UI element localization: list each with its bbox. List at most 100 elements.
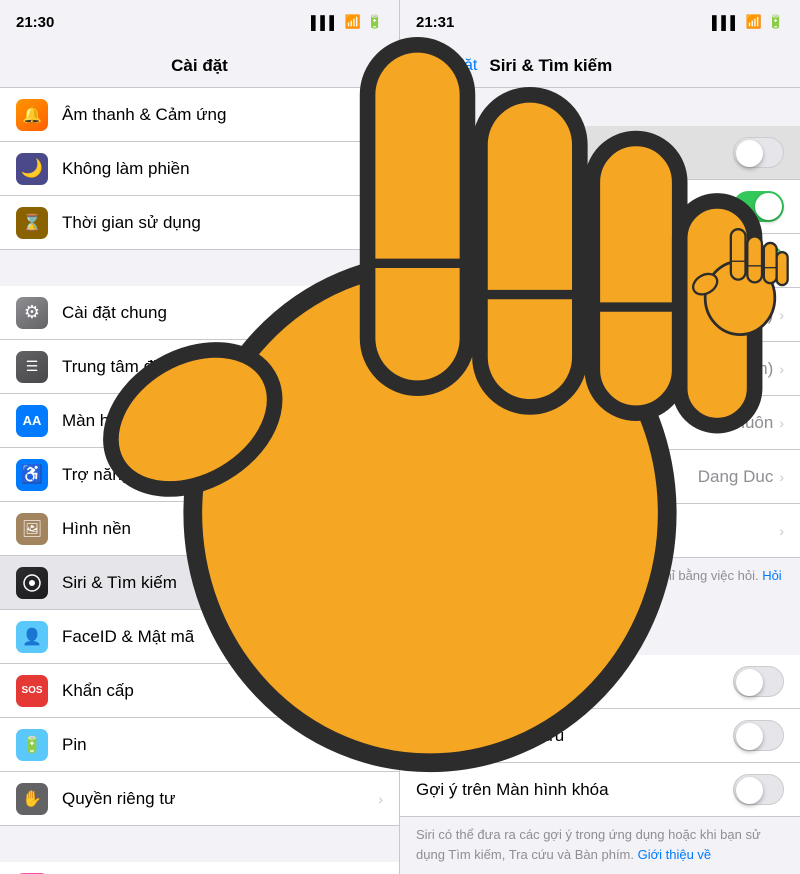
pin-label: Pin [62, 735, 378, 755]
left-time: 21:30 [16, 14, 54, 31]
thoi-gian-label: Thời gian sử dụng [62, 213, 378, 233]
left-status-bar: 21:30 ▌▌▌ 📶 🔋 [0, 0, 399, 44]
trung-tam-icon: ☰ [16, 351, 48, 383]
cai-dat-chung-label: Cài đặt chung [62, 303, 378, 323]
nhan-nut-toggle[interactable] [733, 191, 784, 222]
ngon-ngu-value: Tiếng Anh (Vương quốc Anh) [553, 305, 773, 325]
right-battery-icon: 🔋 [768, 14, 784, 30]
left-status-icons: ▌▌▌ 📶 🔋 [311, 14, 383, 30]
am-thanh-chevron: › [378, 107, 383, 123]
settings-item-khong-lam-phien[interactable]: 🌙 Không làm phiền › [0, 142, 399, 196]
thoi-gian-chevron: › [378, 215, 383, 231]
goi-y-tim-kiem-toggle[interactable] [733, 666, 784, 697]
cai-dat-chung-icon: ⚙ [16, 297, 48, 329]
right-item-goi-y-tra-cuu[interactable]: Gợi ý trong Tra cứu [400, 709, 800, 763]
thong-tin-label: Thông tin của tôi [416, 467, 698, 487]
cai-dat-chung-chevron: › [378, 305, 383, 321]
trung-tam-chevron: › [378, 359, 383, 375]
wifi-icon: 📶 [345, 14, 361, 30]
siri-desc-block: Siri có thể giúp bạn hoàn thành công việ… [400, 558, 800, 617]
settings-item-faceid[interactable]: 👤 FaceID & Mật mã › [0, 610, 399, 664]
nhan-nut-label: Nhấn nút sườn để bật Siri [416, 197, 733, 217]
back-button[interactable]: ‹ Cài đặt [416, 54, 477, 77]
settings-item-quyen-rieng-tu[interactable]: ✋ Quyền riêng tư › [0, 772, 399, 826]
tro-nang-icon: ♿ [16, 459, 48, 491]
lang-nghe-label: Lắng nghe "Hey Siri" [416, 143, 733, 163]
lang-nghe-toggle[interactable] [733, 137, 784, 168]
phan-hoi-chevron: › [779, 415, 784, 431]
settings-item-man-hinh[interactable]: AA Màn hình & Độ sáng › [0, 394, 399, 448]
settings-item-trung-tam[interactable]: ☰ Trung tâm điều khiển › [0, 340, 399, 394]
right-item-phan-hoi[interactable]: Phản hồi bằng giọng nói Luôn luôn › [400, 396, 800, 450]
siri-chevron: › [378, 575, 383, 591]
man-hinh-icon: AA [16, 405, 48, 437]
right-status-bar: 21:31 ▌▌▌ 📶 🔋 [400, 0, 800, 44]
settings-item-hinh-nen[interactable]: 🖼 Hình nền › [0, 502, 399, 556]
sos-label: Khẩn cấp [62, 681, 378, 701]
faceid-icon: 👤 [16, 621, 48, 653]
settings-item-am-thanh[interactable]: 🔔 Âm thanh & Cảm ứng › [0, 88, 399, 142]
right-item-cho-phep[interactable]: Cho phép Siri khi bị khóa [400, 234, 800, 288]
ngon-ngu-chevron: › [779, 307, 784, 323]
settings-list: 🔔 Âm thanh & Cảm ứng › 🌙 Không làm phiền… [0, 88, 399, 874]
khong-lam-phien-chevron: › [378, 161, 383, 177]
goi-y-man-hinh-khoa-toggle[interactable] [733, 774, 784, 805]
right-item-goi-y-tim-kiem[interactable]: Gợi ý trong Tìm kiếm [400, 655, 800, 709]
settings-item-tro-nang[interactable]: ♿ Trợ năng › [0, 448, 399, 502]
sos-icon: SOS [16, 675, 48, 707]
goi-y-man-hinh-khoa-label: Gợi ý trên Màn hình khóa [416, 780, 733, 800]
bottom-desc-block: Siri có thể đưa ra các gợi ý trong ứng d… [400, 817, 800, 874]
phan-hoi-label: Phản hồi bằng giọng nói [416, 413, 699, 433]
pin-chevron: › [378, 737, 383, 753]
right-signal-icon: ▌▌▌ [712, 15, 740, 30]
giong-noi-label: Giọng nói của Siri [416, 359, 691, 379]
giong-noi-chevron: › [779, 361, 784, 377]
right-item-lang-nghe[interactable]: Lắng nghe "Hey Siri" [400, 126, 800, 180]
hoi-siri-section-header: HỎI SIRI [400, 88, 800, 126]
pin-icon: 🔋 [16, 729, 48, 761]
siri-icon-svg [22, 573, 42, 593]
siri-label: Siri & Tìm kiếm [62, 573, 378, 593]
right-item-giong-noi[interactable]: Giọng nói của Siri Anh (Nam) › [400, 342, 800, 396]
left-nav-header: Cài đặt [0, 44, 399, 88]
cho-phep-label: Cho phép Siri khi bị khóa [416, 251, 733, 271]
hinh-nen-chevron: › [378, 521, 383, 537]
lich-su-chevron: › [779, 523, 784, 539]
ngon-ngu-label: Ngôn ngữ [416, 305, 553, 325]
right-item-thong-tin[interactable]: Thông tin của tôi Dang Duc › [400, 450, 800, 504]
settings-item-cai-dat-chung[interactable]: ⚙ Cài đặt chung › [0, 286, 399, 340]
tro-nang-chevron: › [378, 467, 383, 483]
right-item-lich-su[interactable]: Lịch sử Siri & Đọc chính tả › [400, 504, 800, 558]
khong-lam-phien-label: Không làm phiền [62, 159, 378, 179]
right-item-nhan-nut[interactable]: Nhấn nút sườn để bật Siri [400, 180, 800, 234]
gap-2 [0, 826, 399, 862]
goi-y-tra-cuu-label: Gợi ý trong Tra cứu [416, 726, 733, 746]
battery-icon: 🔋 [367, 14, 383, 30]
settings-item-itunes[interactable]: A iTunes & App Store › [0, 862, 399, 874]
right-status-icons: ▌▌▌ 📶 🔋 [712, 14, 784, 30]
right-item-goi-y-man-hinh-khoa[interactable]: Gợi ý trên Màn hình khóa [400, 763, 800, 817]
right-nav-title: Siri & Tìm kiếm [489, 56, 612, 76]
settings-item-pin[interactable]: 🔋 Pin › [0, 718, 399, 772]
settings-item-sos[interactable]: SOS Khẩn cấp › [0, 664, 399, 718]
man-hinh-label: Màn hình & Độ sáng [62, 411, 378, 431]
gap-1 [0, 250, 399, 286]
phan-hoi-value: Luôn luôn [699, 413, 774, 433]
right-time: 21:31 [416, 14, 454, 31]
siri-icon [16, 567, 48, 599]
goi-y-tra-cuu-toggle[interactable] [733, 720, 784, 751]
thong-tin-chevron: › [779, 469, 784, 485]
am-thanh-label: Âm thanh & Cảm ứng [62, 105, 378, 125]
hinh-nen-icon: 🖼 [16, 513, 48, 545]
back-label: Cài đặt [427, 57, 478, 75]
left-nav-title: Cài đặt [171, 56, 228, 76]
left-panel: 21:30 ▌▌▌ 📶 🔋 Cài đặt 🔔 Âm thanh & Cảm ứ… [0, 0, 400, 874]
goi-y-section-header: GỢI Ý CỦA SIRI [400, 617, 800, 655]
right-item-ngon-ngu[interactable]: Ngôn ngữ Tiếng Anh (Vương quốc Anh) › [400, 288, 800, 342]
giong-noi-value: Anh (Nam) [691, 359, 773, 379]
settings-item-siri[interactable]: Siri & Tìm kiếm › [0, 556, 399, 610]
faceid-chevron: › [378, 629, 383, 645]
bottom-link[interactable]: Giới thiệu về [638, 847, 712, 862]
cho-phep-toggle[interactable] [733, 245, 784, 276]
settings-item-thoi-gian[interactable]: ⌛ Thời gian sử dụng › [0, 196, 399, 250]
